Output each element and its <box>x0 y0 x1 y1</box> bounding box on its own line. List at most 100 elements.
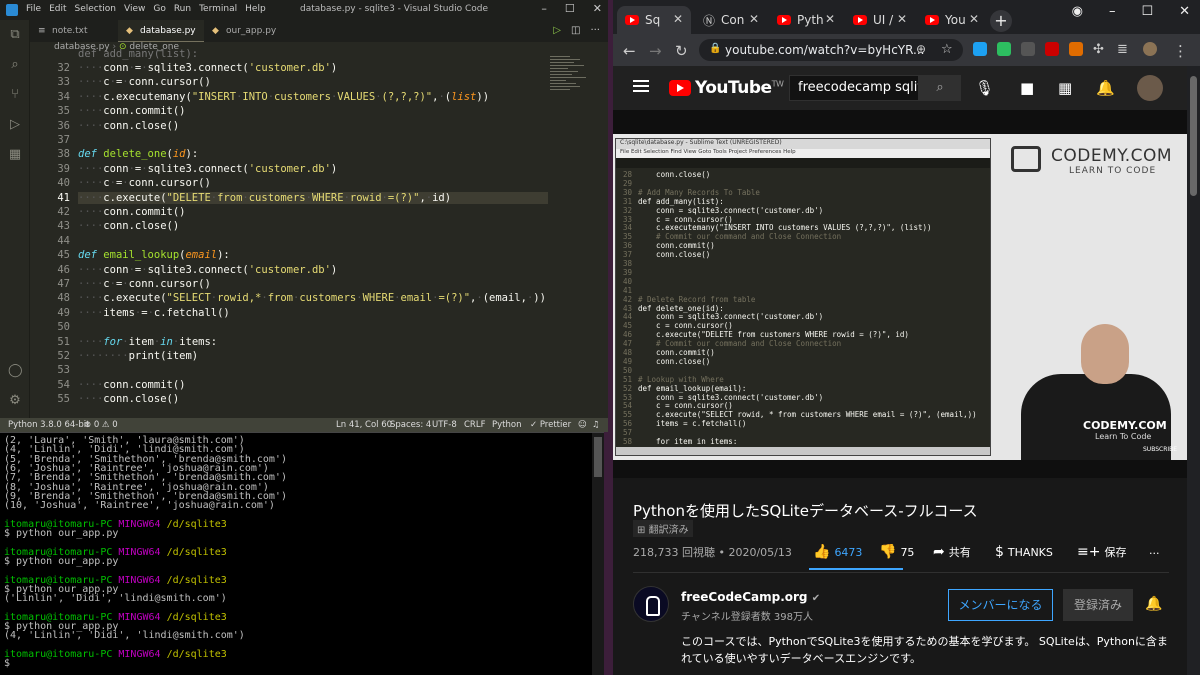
code-editor[interactable]: def add_many(list): 32 ····conn·=·sqlite3… <box>30 48 608 418</box>
code-line[interactable]: ····c·=·conn.cursor() <box>78 278 211 290</box>
menu-run[interactable]: Run <box>174 4 191 14</box>
extensions-icon[interactable]: ▦ <box>8 148 22 162</box>
create-video-icon[interactable]: ■ <box>1020 79 1034 97</box>
settings-gear-icon[interactable]: ⚙ <box>8 394 22 408</box>
code-line[interactable]: ····c.execute("SELECT·rowid,*·from·custo… <box>78 292 546 304</box>
code-line[interactable]: def email_lookup(email): <box>78 249 230 261</box>
dislike-button[interactable]: 👎 75 <box>879 544 914 560</box>
code-line[interactable]: ········print(item) <box>78 350 198 362</box>
browser-tab-5[interactable]: You ✕ <box>917 6 987 34</box>
code-line[interactable]: ····conn·=·sqlite3.connect('customer.db'… <box>78 264 337 276</box>
menu-help[interactable]: Help <box>245 4 266 14</box>
code-line[interactable]: ····conn.close() <box>78 220 179 232</box>
status-language[interactable]: Python <box>492 420 521 430</box>
thanks-button[interactable]: $ THANKS <box>995 544 1053 560</box>
forward-arrow-icon[interactable]: → <box>649 42 662 60</box>
status-cursor-position[interactable]: Ln 41, Col 60 <box>336 420 392 430</box>
close-icon[interactable]: ✕ <box>593 2 602 15</box>
extensions-puzzle-icon[interactable]: ✣ <box>1093 42 1104 57</box>
search-icon[interactable]: ⌕ <box>8 58 22 72</box>
browser-tab-4[interactable]: UI / ✕ <box>845 6 915 34</box>
code-line[interactable]: ····c.executemany("INSERT·INTO·customers… <box>78 91 489 103</box>
minimize-icon[interactable]: – <box>1109 4 1116 19</box>
terminal-scrollbar[interactable] <box>592 433 604 675</box>
code-line[interactable]: ····items·=·c.fetchall() <box>78 307 230 319</box>
tab-our-app-py[interactable]: ◆ our_app.py <box>204 20 294 42</box>
maximize-icon[interactable]: ☐ <box>1141 4 1153 19</box>
run-debug-icon[interactable]: ▷ <box>8 118 22 132</box>
menu-go[interactable]: Go <box>153 4 165 14</box>
status-problems[interactable]: ⊗ 0 ⚠ 0 <box>84 420 118 430</box>
page-scrollbar[interactable] <box>1187 66 1200 675</box>
apps-grid-icon[interactable]: ▦ <box>1058 79 1072 97</box>
tab-search-icon[interactable]: ◉ <box>1072 4 1083 19</box>
tab-database-py[interactable]: ◆ database.py <box>118 20 204 42</box>
jx-extension-icon[interactable] <box>1069 42 1083 56</box>
save-button[interactable]: ≡+ 保存 <box>1077 544 1126 560</box>
youtube-logo-icon[interactable] <box>669 80 691 96</box>
install-icon[interactable]: ⊕ <box>916 42 926 56</box>
channel-avatar[interactable] <box>633 586 669 622</box>
video-player[interactable]: C:\sqlite\database.py - Sublime Text (UN… <box>613 110 1187 478</box>
youtube-search-input[interactable]: freecodecamp sqlite <box>789 75 919 101</box>
status-python-interpreter[interactable]: Python 3.8.0 64-bit <box>8 420 89 430</box>
status-eol[interactable]: CRLF <box>464 420 485 430</box>
menu-kebab-icon[interactable]: ⋮ <box>1173 42 1188 60</box>
code-line[interactable]: ····conn.commit() <box>78 379 185 391</box>
minimap[interactable] <box>550 56 590 136</box>
status-encoding[interactable]: UTF-8 <box>432 420 457 430</box>
status-indentation[interactable]: Spaces: 4 <box>390 420 431 430</box>
menu-edit[interactable]: Edit <box>49 4 66 14</box>
status-prettier[interactable]: ✓ Prettier <box>530 420 571 430</box>
menu-selection[interactable]: Selection <box>75 4 116 14</box>
tab-note-txt[interactable]: ≡ note.txt <box>30 20 118 42</box>
new-tab-button[interactable]: + <box>990 10 1012 32</box>
account-icon[interactable]: ◯ <box>8 364 23 378</box>
like-button[interactable]: 👍 6473 <box>813 544 862 560</box>
more-actions-icon[interactable]: ··· <box>590 25 600 36</box>
code-line[interactable]: ····conn.close() <box>78 393 179 405</box>
code-line[interactable]: def delete_one(id): <box>78 148 198 160</box>
bookmark-star-icon[interactable]: ☆ <box>941 42 953 57</box>
search-icon[interactable]: ⌕ <box>919 75 961 101</box>
browser-tab-1[interactable]: Sq ✕ <box>617 6 691 34</box>
subscribed-button[interactable]: 登録済み <box>1063 589 1133 621</box>
youtube-logo-text[interactable]: YouTubeTW <box>695 78 784 98</box>
menu-view[interactable]: View <box>124 4 145 14</box>
code-line[interactable]: ····c·=·conn.cursor() <box>78 76 211 88</box>
twitter-extension-icon[interactable] <box>973 42 987 56</box>
code-line[interactable]: ····conn.commit() <box>78 206 185 218</box>
tab-close-icon[interactable]: ✕ <box>897 12 907 26</box>
code-line[interactable]: ····conn·=·sqlite3.connect('customer.db'… <box>78 163 337 175</box>
notifications-bell-icon[interactable]: 🔔 <box>1096 79 1115 97</box>
more-actions-button[interactable]: ... <box>1149 544 1160 557</box>
reload-icon[interactable]: ↻ <box>675 42 688 60</box>
microphone-icon[interactable]: 🎙 <box>975 79 994 97</box>
tab-close-icon[interactable]: ✕ <box>749 12 759 26</box>
tab-close-icon[interactable]: ✕ <box>969 12 979 26</box>
explorer-icon[interactable]: ⧉ <box>8 28 22 42</box>
minimize-icon[interactable]: – <box>541 2 547 15</box>
subscribe-watermark[interactable]: SUBSCRIBE <box>1143 446 1177 453</box>
menu-file[interactable]: File <box>26 4 41 14</box>
code-line[interactable]: ····conn.close() <box>78 120 179 132</box>
evernote-extension-icon[interactable] <box>997 42 1011 56</box>
maximize-icon[interactable]: ☐ <box>565 2 575 15</box>
run-file-icon[interactable]: ▷ <box>553 25 561 36</box>
split-editor-icon[interactable]: ◫ <box>571 25 580 36</box>
close-icon[interactable]: ✕ <box>1179 4 1190 19</box>
reading-list-icon[interactable]: ≣ <box>1117 42 1128 57</box>
tab-close-icon[interactable]: ✕ <box>825 12 835 26</box>
profile-avatar[interactable] <box>1143 42 1157 56</box>
pdf-extension-icon[interactable] <box>1045 42 1059 56</box>
code-line[interactable]: ····c.execute("DELETE·from·customers·WHE… <box>78 191 548 204</box>
tab-close-icon[interactable]: ✕ <box>673 12 683 26</box>
join-membership-button[interactable]: メンバーになる <box>948 589 1053 621</box>
terminal-window[interactable]: (2, 'Laura', 'Smith', 'laura@smith.com')… <box>0 432 604 675</box>
code-line[interactable]: ····conn.commit() <box>78 105 185 117</box>
browser-tab-3[interactable]: Pyth ✕ <box>769 6 843 34</box>
feedback-icon[interactable]: ☺ <box>578 420 587 430</box>
back-arrow-icon[interactable]: ← <box>623 42 636 60</box>
notification-bell-icon[interactable]: 🔔 <box>1145 596 1162 612</box>
video-frame[interactable]: C:\sqlite\database.py - Sublime Text (UN… <box>613 134 1187 460</box>
